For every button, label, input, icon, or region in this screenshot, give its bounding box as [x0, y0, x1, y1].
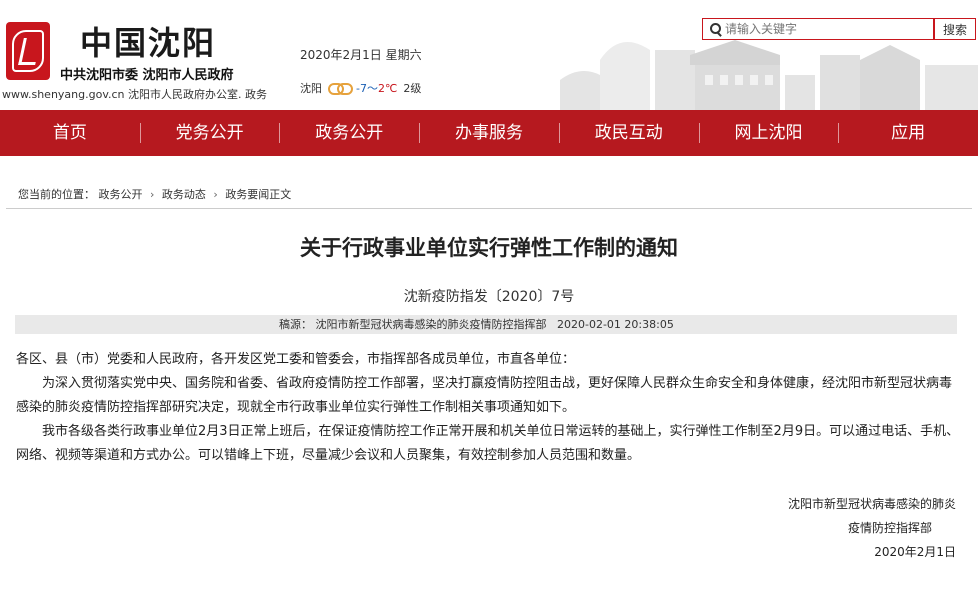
nav-item-apps[interactable]: 应用 [838, 110, 978, 156]
search-input[interactable] [725, 20, 925, 38]
weather-city: 沈阳 [300, 82, 322, 95]
nav-item-home[interactable]: 首页 [0, 110, 140, 156]
signature-line-2: 疫情防控指挥部 [847, 521, 932, 535]
temp-separator: ～ [366, 82, 378, 95]
breadcrumb-item-government-affairs[interactable]: 政务公开 [99, 188, 143, 201]
article-signature: 沈阳市新型冠状病毒感染的肺炎 疫情防控指挥部 2020年2月1日 [788, 492, 956, 564]
nav-item-government-affairs[interactable]: 政务公开 [279, 110, 419, 156]
nav-item-services[interactable]: 办事服务 [419, 110, 559, 156]
signature-line-1: 沈阳市新型冠状病毒感染的肺炎 [787, 497, 956, 511]
site-title[interactable]: 中国沈阳 [80, 18, 216, 64]
publish-time: 2020-02-01 20:38:05 [557, 318, 674, 331]
site-header: 中国沈阳 中共沈阳市委 沈阳市人民政府 www.shenyang.gov.cn … [0, 0, 978, 110]
cloudy-icon [328, 82, 353, 95]
temp-high: 2℃ [377, 82, 398, 95]
weather-widget: 沈阳 -7～2℃ 2级 [300, 80, 421, 96]
source-value: 沈阳市新型冠状病毒感染的肺炎疫情防控指挥部 [315, 318, 547, 331]
breadcrumb-separator-icon: › [213, 188, 218, 201]
nav-item-online-shenyang[interactable]: 网上沈阳 [698, 110, 839, 156]
article-paragraph: 我市各级各类行政事业单位2月3日正常上班后，在保证疫情防控工作正常开展和机关单位… [16, 424, 960, 463]
nav-item-party-affairs[interactable]: 党务公开 [139, 110, 280, 156]
current-date: 2020年2月1日 星期六 [300, 48, 422, 62]
shenyang-seal-logo[interactable] [6, 22, 50, 80]
nav-item-interaction[interactable]: 政民互动 [558, 110, 699, 156]
divider [6, 208, 972, 209]
site-domain: www.shenyang.gov.cn 沈阳市人民政府办公室. 政务 [2, 88, 267, 101]
article-title: 关于行政事业单位实行弹性工作制的通知 [300, 236, 678, 260]
breadcrumb-item-news[interactable]: 政务动态 [162, 188, 206, 201]
weather-temperature: -7～2℃ [356, 80, 397, 96]
document-number: 沈新疫防指发〔2020〕7号 [403, 289, 575, 305]
article-paragraph: 各区、县（市）党委和人民政府，各开发区党工委和管委会，市指挥部各成员单位，市直各… [16, 352, 576, 367]
article-paragraph: 为深入贯彻落实党中央、国务院和省委、省政府疫情防控工作部署，坚决打赢疫情防控阻击… [16, 376, 953, 415]
article-body: 各区、县（市）党委和人民政府，各开发区党工委和管委会，市指挥部各成员单位，市直各… [16, 348, 960, 468]
breadcrumb-colon: ： [84, 188, 95, 201]
main-nav: 首页 党务公开 政务公开 办事服务 政民互动 网上沈阳 应用 [0, 110, 978, 156]
search-box [702, 18, 934, 40]
breadcrumb-item-current[interactable]: 政务要闻正文 [225, 188, 291, 201]
breadcrumb-label: 您当前的位置 [18, 188, 84, 201]
search-icon [703, 18, 725, 40]
temp-low: -7 [356, 82, 367, 95]
breadcrumb-separator-icon: › [150, 188, 155, 201]
source-label: 稿源： [279, 318, 312, 331]
search-button[interactable]: 搜索 [934, 18, 976, 40]
signature-date: 2020年2月1日 [874, 545, 956, 559]
site-subtitle: 中共沈阳市委 沈阳市人民政府 [60, 68, 234, 83]
breadcrumb: 您当前的位置： 政务公开 › 政务动态 › 政务要闻正文 [18, 186, 291, 202]
weather-wind: 2级 [403, 82, 422, 95]
article-meta-bar: 稿源： 沈阳市新型冠状病毒感染的肺炎疫情防控指挥部 2020-02-01 20:… [15, 315, 957, 334]
